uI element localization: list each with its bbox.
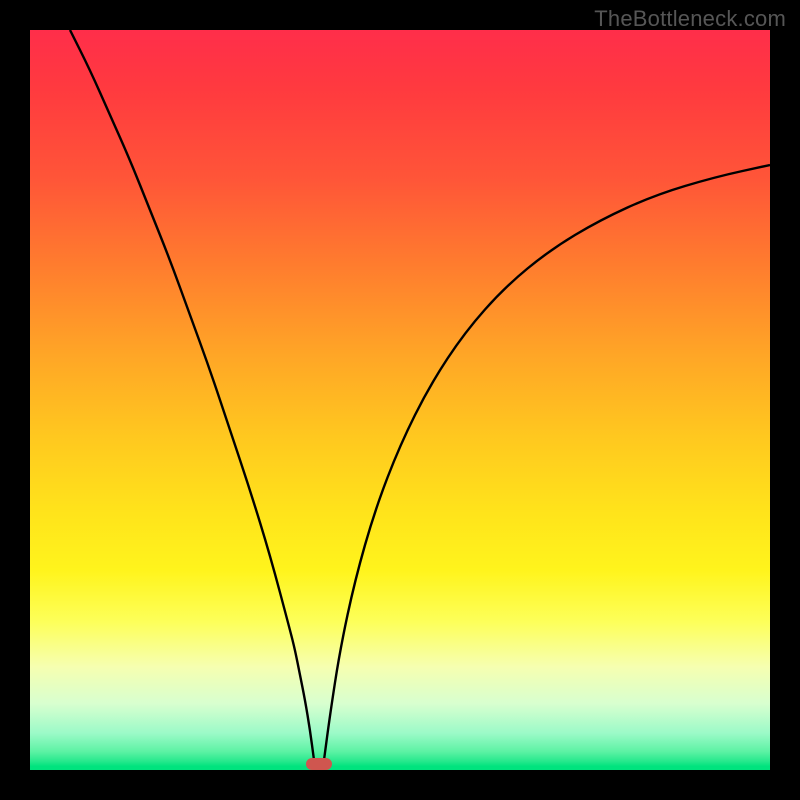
watermark-text: TheBottleneck.com bbox=[594, 6, 786, 32]
bottleneck-curve bbox=[30, 30, 770, 770]
chart-frame: TheBottleneck.com bbox=[0, 0, 800, 800]
curve-left-branch bbox=[70, 30, 314, 760]
plot-area bbox=[30, 30, 770, 770]
curve-right-branch bbox=[324, 165, 770, 760]
optimal-point-marker bbox=[306, 758, 332, 770]
